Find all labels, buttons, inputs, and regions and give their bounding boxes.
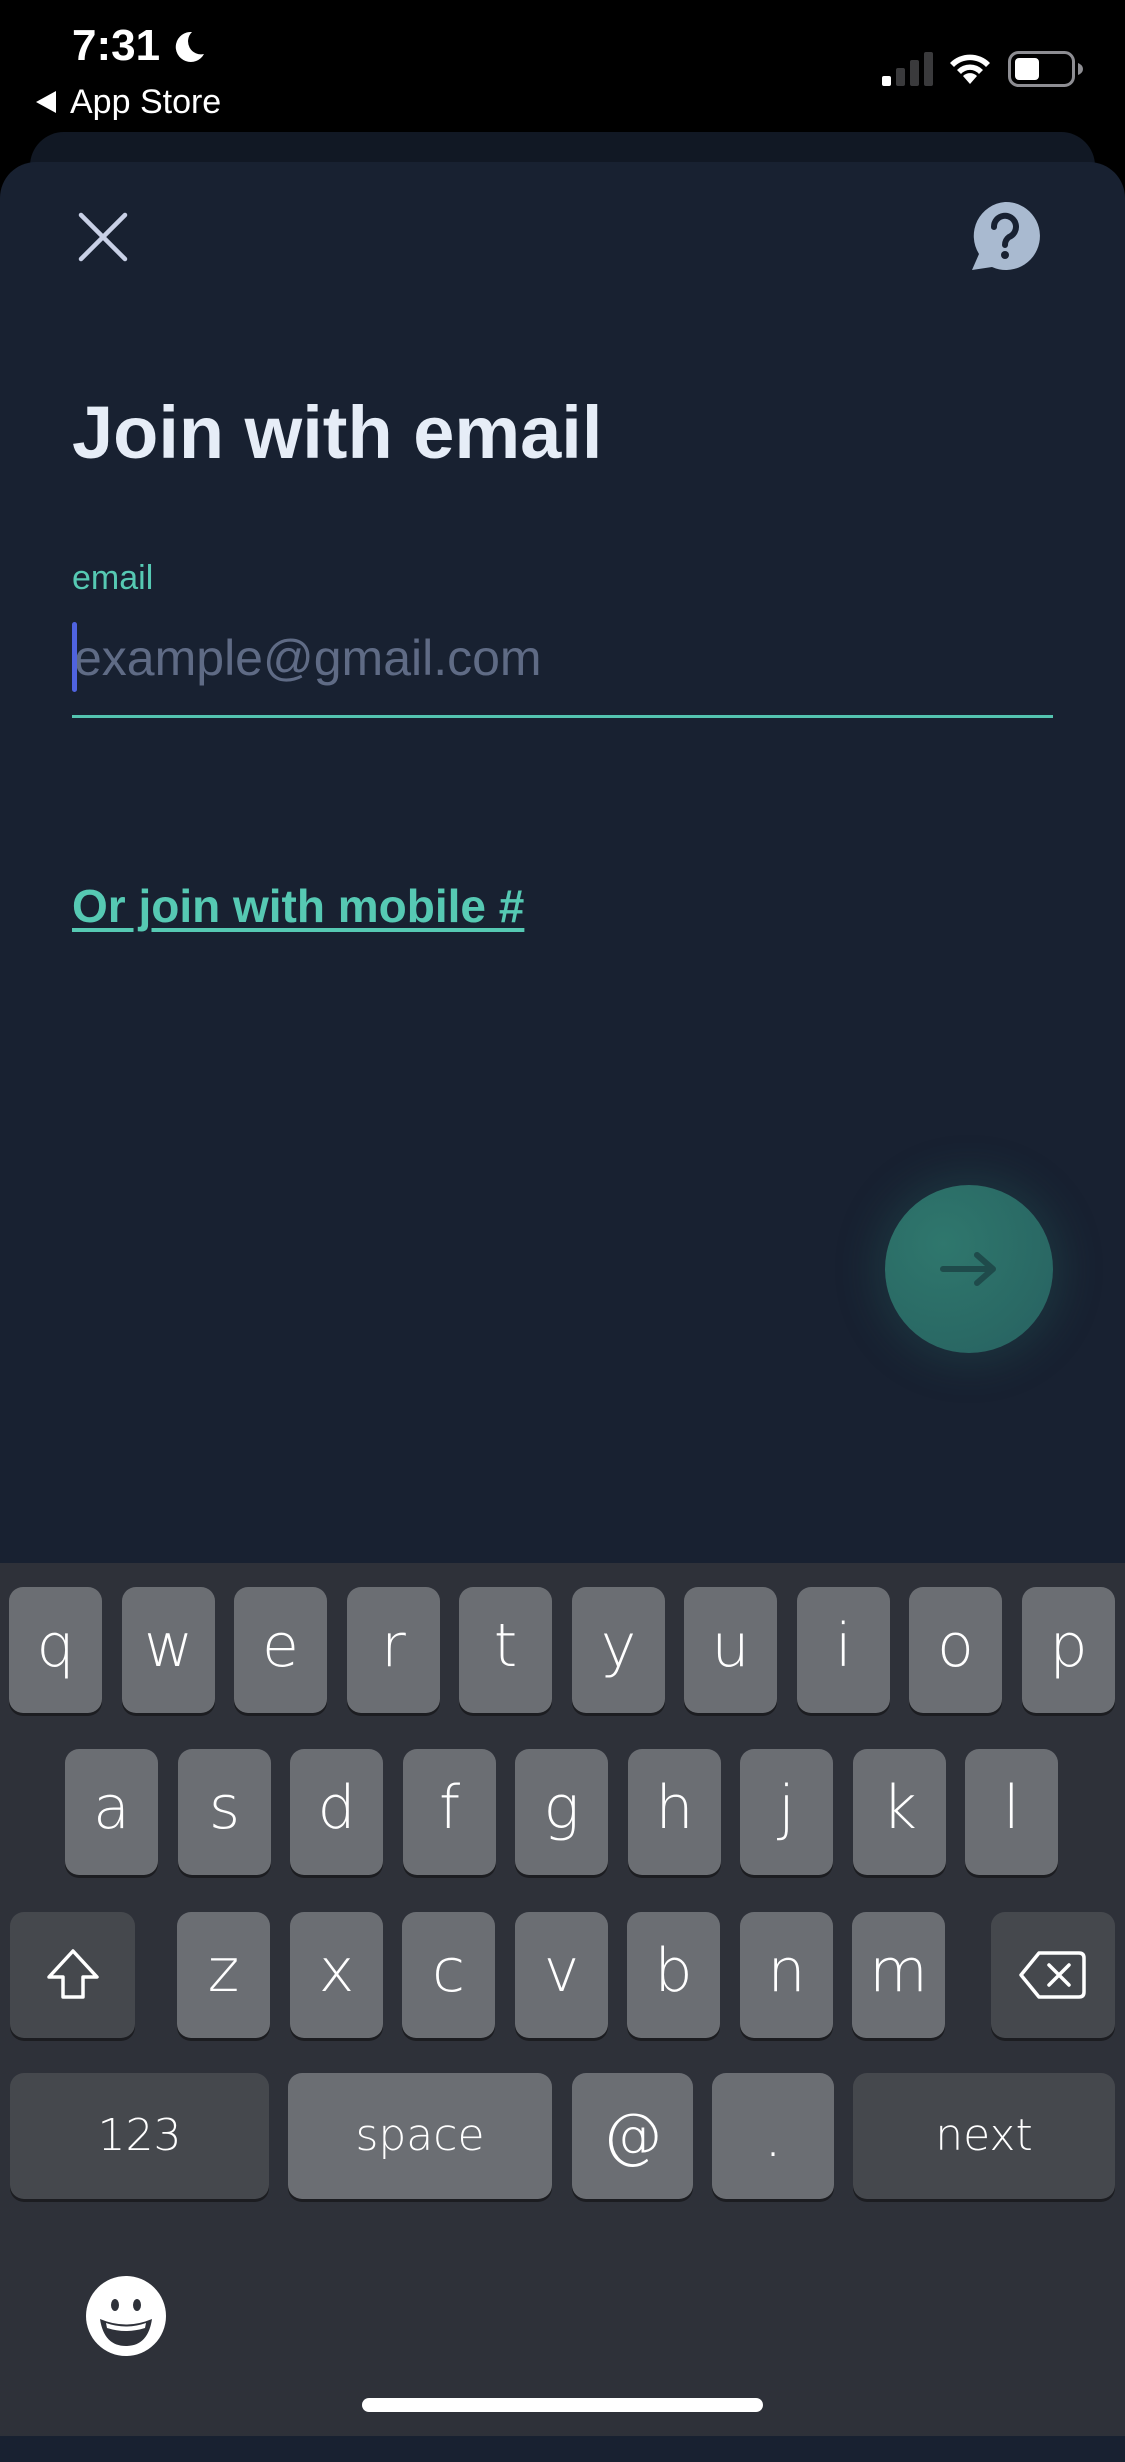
join-with-mobile-link[interactable]: Or join with mobile # — [72, 876, 524, 936]
back-to-app-store[interactable]: App Store — [36, 80, 221, 124]
key-a[interactable]: a — [65, 1749, 158, 1875]
delete-key[interactable] — [991, 1912, 1115, 2038]
emoji-button[interactable] — [86, 2276, 166, 2356]
shift-key[interactable] — [10, 1912, 135, 2038]
shift-icon — [46, 1949, 99, 1999]
key-h[interactable]: h — [628, 1749, 721, 1875]
key-q[interactable]: q — [9, 1587, 102, 1713]
key-f[interactable]: f — [403, 1749, 496, 1875]
key-c[interactable]: c — [402, 1912, 495, 2038]
key-j[interactable]: j — [740, 1749, 833, 1875]
help-chat-icon — [972, 201, 1040, 270]
key-y[interactable]: y — [572, 1587, 665, 1713]
next-button[interactable] — [885, 1185, 1053, 1353]
back-triangle-icon — [36, 91, 56, 113]
key-s[interactable]: s — [178, 1749, 271, 1875]
key-m[interactable]: m — [852, 1912, 945, 2038]
email-underline — [72, 715, 1053, 718]
page-title: Join with email — [72, 391, 603, 474]
key-r[interactable]: r — [347, 1587, 440, 1713]
dot-key[interactable]: . — [712, 2073, 834, 2199]
numbers-key[interactable]: 123 — [10, 2073, 269, 2199]
key-l[interactable]: l — [965, 1749, 1058, 1875]
arrow-right-icon — [940, 1252, 996, 1286]
key-v[interactable]: v — [515, 1912, 608, 2038]
signal-icon — [882, 52, 933, 86]
key-g[interactable]: g — [515, 1749, 608, 1875]
key-i[interactable]: i — [797, 1587, 890, 1713]
status-time: 7:31 — [72, 21, 161, 70]
email-input[interactable] — [72, 618, 1055, 698]
key-u[interactable]: u — [684, 1587, 777, 1713]
key-t[interactable]: t — [459, 1587, 552, 1713]
key-z[interactable]: z — [177, 1912, 270, 2038]
moon-icon — [175, 31, 204, 62]
emoji-icon — [86, 2276, 166, 2356]
help-button[interactable] — [965, 198, 1045, 274]
battery-icon — [1008, 51, 1083, 87]
close-icon — [78, 212, 128, 262]
close-button[interactable] — [73, 207, 133, 267]
wifi-icon — [950, 54, 990, 84]
key-k[interactable]: k — [853, 1749, 946, 1875]
email-label: email — [72, 559, 154, 597]
key-e[interactable]: e — [234, 1587, 327, 1713]
at-key[interactable]: @ — [572, 2073, 693, 2199]
key-b[interactable]: b — [627, 1912, 720, 2038]
return-key[interactable]: next — [853, 2073, 1115, 2199]
text-cursor — [72, 622, 77, 692]
home-indicator — [362, 2398, 763, 2412]
space-key[interactable]: space — [288, 2073, 552, 2199]
key-w[interactable]: w — [122, 1587, 215, 1713]
key-d[interactable]: d — [290, 1749, 383, 1875]
key-o[interactable]: o — [909, 1587, 1002, 1713]
delete-icon — [1019, 1951, 1086, 1999]
key-x[interactable]: x — [290, 1912, 383, 2038]
key-p[interactable]: p — [1022, 1587, 1115, 1713]
key-n[interactable]: n — [740, 1912, 833, 2038]
back-label: App Store — [70, 82, 222, 121]
